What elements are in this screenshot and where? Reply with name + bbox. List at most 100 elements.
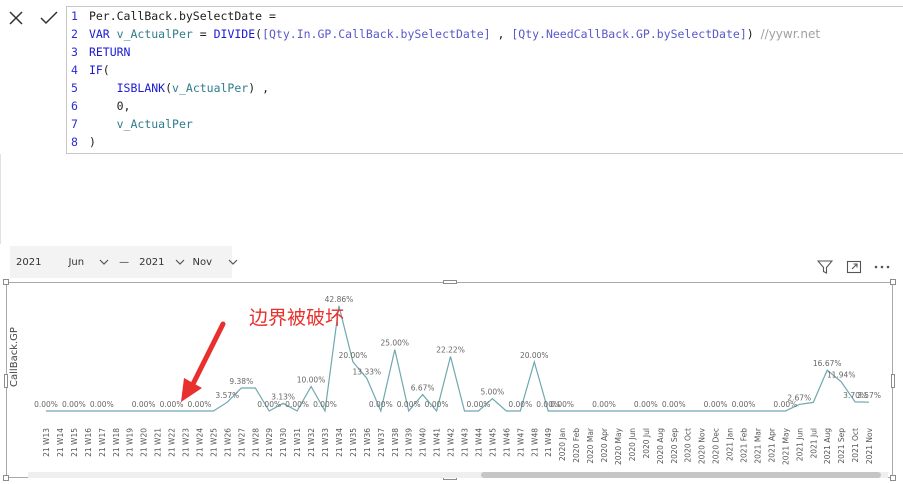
data-label: 16.67% xyxy=(813,359,842,368)
line-number: 5 xyxy=(71,81,78,95)
data-label: 6.67% xyxy=(411,384,435,393)
x-axis-tick-label: 21 W27 xyxy=(237,428,246,457)
code-token: //yywr.net xyxy=(760,27,821,41)
x-axis-tick-label: 21 W40 xyxy=(419,428,428,457)
x-axis-tick-label: 21 W41 xyxy=(433,428,442,457)
slicer-start-month[interactable]: Jun xyxy=(68,257,84,268)
slicer-end-year[interactable]: 2021 xyxy=(139,257,164,268)
data-label: 25.00% xyxy=(380,339,409,348)
resize-handle[interactable] xyxy=(4,374,8,388)
x-axis-tick-label: 21 W43 xyxy=(461,428,470,457)
y-axis-title: CallBack.GP xyxy=(9,327,20,387)
code-token: ) , xyxy=(248,81,269,95)
code-line[interactable]: 1 Per.CallBack.bySelectDate = xyxy=(67,7,276,25)
code-line[interactable]: 8 ) xyxy=(67,133,96,151)
code-line[interactable]: 3 RETURN xyxy=(67,43,130,61)
x-axis-tick-label: 21 W18 xyxy=(112,428,121,457)
code-token: VAR xyxy=(88,27,117,41)
data-label: 0.00% xyxy=(634,400,658,409)
check-icon[interactable] xyxy=(39,10,59,26)
data-label: 20.00% xyxy=(339,351,368,360)
resize-handle[interactable] xyxy=(443,280,457,284)
x-axis-tick-label: 21 W13 xyxy=(42,428,51,457)
data-label: 0.00% xyxy=(62,400,86,409)
data-label: 0.00% xyxy=(285,400,309,409)
x-axis-tick-label: 21 W35 xyxy=(349,428,358,457)
x-axis-tick-label: 2020 May xyxy=(614,427,623,465)
code-token: ISBLANK xyxy=(88,81,166,95)
data-label: 0.00% xyxy=(34,400,58,409)
x-axis-tick-label: 21 W45 xyxy=(488,428,497,457)
line-number: 6 xyxy=(71,99,78,113)
chevron-down-icon[interactable] xyxy=(175,257,185,268)
x-axis-tick-label: 21 W47 xyxy=(516,428,525,457)
data-label: 10.00% xyxy=(297,375,326,384)
date-range-slicer[interactable]: 2021 Jun — 2021 Nov xyxy=(10,246,238,278)
chevron-down-icon[interactable] xyxy=(99,257,109,268)
x-axis-tick-label: 2021 Apr xyxy=(767,427,776,462)
resize-handle[interactable] xyxy=(891,374,895,388)
line-number: 8 xyxy=(71,135,78,149)
code-line[interactable]: 5 ISBLANK(v_ActualPer) , xyxy=(67,79,269,97)
x-axis-tick-label: 21 W39 xyxy=(405,428,414,457)
line-number: 4 xyxy=(71,63,78,77)
x-axis-tick-label: 2020 Dec xyxy=(712,428,721,464)
scrollbar-thumb[interactable] xyxy=(481,472,881,478)
x-axis-tick-label: 2020 Jun xyxy=(628,428,637,461)
more-options-icon[interactable] xyxy=(873,259,891,279)
x-axis-tick-label: 2021 Jun xyxy=(795,428,804,461)
formula-editor[interactable]: 1 Per.CallBack.bySelectDate = 2 VAR v_Act… xyxy=(66,6,903,154)
code-token: ) xyxy=(746,27,761,41)
resize-handle[interactable] xyxy=(3,475,9,481)
power-bi-report-canvas: 1 Per.CallBack.bySelectDate = 2 VAR v_Act… xyxy=(0,0,903,484)
x-axis-tick-label: 21 W38 xyxy=(391,428,400,457)
data-label: 0.00% xyxy=(369,400,393,409)
resize-handle[interactable] xyxy=(890,279,896,285)
code-line[interactable]: 2 VAR v_ActualPer = DIVIDE([Qty.In.GP.Ca… xyxy=(67,25,820,43)
data-label: 0.00% xyxy=(550,400,574,409)
x-axis-tick-label: 21 W26 xyxy=(223,428,232,457)
x-axis-tick-label: 21 W29 xyxy=(265,428,274,457)
code-token: IF xyxy=(88,63,103,77)
slicer-start-year[interactable]: 2021 xyxy=(16,257,41,268)
line-chart-visual[interactable]: CallBack.GP 0.00% 0.00% 0.00% 0.00% 0.00% 0.00… xyxy=(3,279,896,481)
data-label: 0.00% xyxy=(257,400,281,409)
code-token: [Qty.NeedCallBack.GP.bySelectDate] xyxy=(511,27,747,41)
x-axis-tick-label: 21 W17 xyxy=(98,428,107,457)
canvas-divider xyxy=(0,154,1,244)
filter-icon[interactable] xyxy=(816,259,834,279)
x-axis-tick-label: 21 W48 xyxy=(530,428,539,457)
close-icon[interactable] xyxy=(8,10,24,26)
data-label: 0.00% xyxy=(592,400,616,409)
code-token: = xyxy=(192,27,214,41)
chevron-down-icon[interactable] xyxy=(228,257,238,268)
x-axis-tick-label: 2020 Mar xyxy=(586,427,595,464)
code-token: 0, xyxy=(88,99,131,113)
data-label: 0.00% xyxy=(467,400,491,409)
x-axis-tick-label: 2020 Sep xyxy=(670,428,679,464)
resize-handle[interactable] xyxy=(3,279,9,285)
x-axis-tick-label: 2021 Oct xyxy=(851,428,860,462)
data-label: 22.22% xyxy=(436,345,465,354)
code-line[interactable]: 6 0, xyxy=(67,97,130,115)
x-axis-tick-label: 2020 Jan xyxy=(558,428,567,461)
resize-handle[interactable] xyxy=(890,475,896,481)
code-token: Per.CallBack.bySelectDate = xyxy=(88,9,276,23)
line-number: 2 xyxy=(71,27,78,41)
data-label: 0.00% xyxy=(732,400,756,409)
code-token: ( xyxy=(102,63,110,77)
x-axis-tick-label: 2021 Feb xyxy=(740,428,749,463)
annotation-text: 边界被破坏 xyxy=(249,307,345,329)
code-line[interactable]: 4 IF( xyxy=(67,61,110,79)
chart-horizontal-scrollbar[interactable] xyxy=(28,472,888,478)
x-axis-tick-label: 2020 Jul xyxy=(642,428,651,459)
code-line[interactable]: 7 v_ActualPer xyxy=(67,115,193,133)
focus-mode-icon[interactable] xyxy=(846,259,862,279)
data-label: 0.00% xyxy=(704,400,728,409)
data-label: 13.33% xyxy=(353,367,382,376)
x-axis-tick-label: 2020 Feb xyxy=(572,428,581,463)
slicer-end-month[interactable]: Nov xyxy=(193,257,213,268)
code-token: ) xyxy=(88,135,96,149)
series-line[interactable] xyxy=(46,305,870,413)
code-token: v_ActualPer xyxy=(116,27,193,41)
